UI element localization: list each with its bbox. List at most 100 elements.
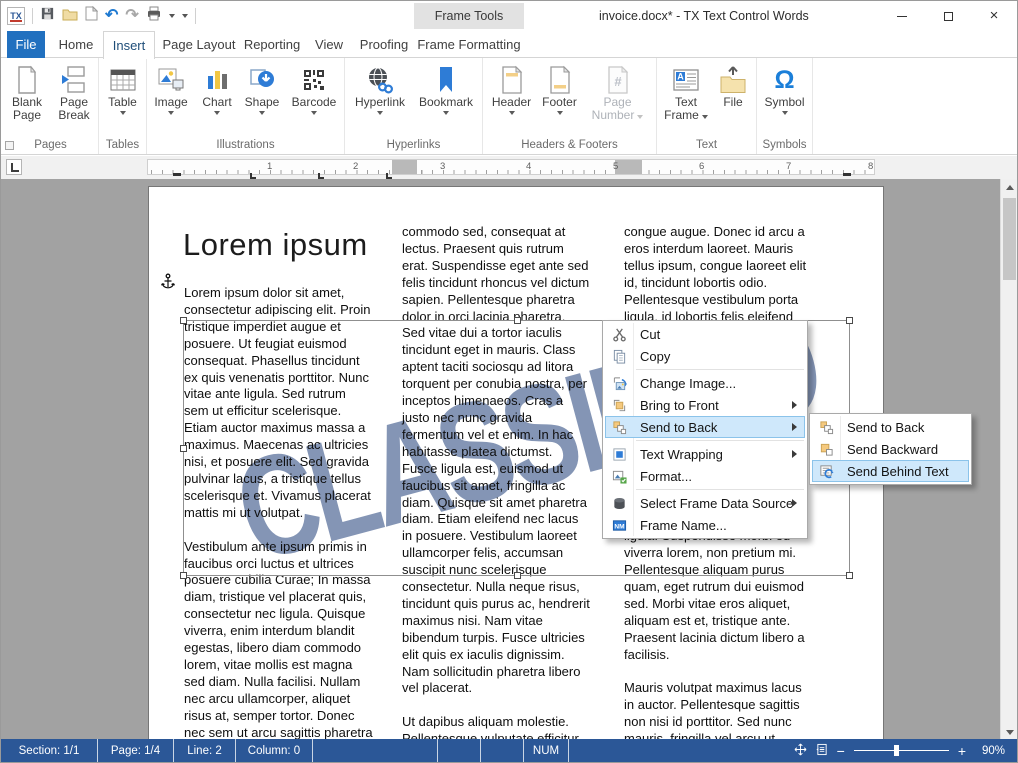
new-document-icon[interactable] xyxy=(85,6,98,26)
format-icon xyxy=(606,469,633,484)
bring-to-front-icon xyxy=(606,398,633,413)
print-icon[interactable] xyxy=(146,6,162,26)
submenu-item-send-to-back[interactable]: Send to Back xyxy=(812,416,969,438)
tab-view[interactable]: View xyxy=(307,31,351,58)
group-label-symbols: Symbols xyxy=(757,139,812,151)
submenu-item-send-backward[interactable]: Send Backward xyxy=(812,438,969,460)
chart-button[interactable]: Chart xyxy=(195,62,239,115)
frame-handle-middle-left[interactable] xyxy=(180,445,187,452)
submenu-arrow-icon xyxy=(792,450,797,458)
maximize-button[interactable] xyxy=(925,1,971,31)
barcode-button[interactable]: Barcode xyxy=(285,62,343,115)
page-break-button[interactable]: PageBreak xyxy=(51,62,97,122)
tab-insert[interactable]: Insert xyxy=(103,31,155,59)
menu-item-change-image[interactable]: Change Image... xyxy=(605,372,805,394)
menu-item-bring-to-front[interactable]: Bring to Front xyxy=(605,394,805,416)
document-heading[interactable]: Lorem ipsum xyxy=(183,227,368,263)
menu-item-label: Send to Back xyxy=(640,420,717,435)
submenu-item-send-behind-text[interactable]: Send Behind Text xyxy=(812,460,969,482)
menu-item-format[interactable]: Format... xyxy=(605,465,805,487)
menu-item-copy[interactable]: Copy xyxy=(605,345,805,367)
frame-handle-top-middle[interactable] xyxy=(514,317,521,324)
tab-home[interactable]: Home xyxy=(53,31,99,58)
frame-handle-top-right[interactable] xyxy=(846,317,853,324)
frame-handle-bottom-middle[interactable] xyxy=(514,572,521,579)
ribbon-group-symbols: Ω Symbol Symbols xyxy=(757,58,813,154)
frame-handle-top-left[interactable] xyxy=(180,317,187,324)
button-label: Page xyxy=(603,95,631,109)
bookmark-button[interactable]: Bookmark xyxy=(413,62,479,115)
svg-text:A: A xyxy=(677,71,684,81)
button-label: Text xyxy=(675,95,697,109)
zoom-slider[interactable] xyxy=(854,750,949,751)
scrollbar-thumb[interactable] xyxy=(1003,198,1016,280)
table-button[interactable]: Table xyxy=(101,62,145,115)
menu-item-text-wrapping[interactable]: Text Wrapping xyxy=(605,443,805,465)
text-frame-button[interactable]: A TextFrame xyxy=(660,62,712,122)
page-number-icon: # xyxy=(605,63,631,96)
zoom-controls: − + 90% xyxy=(794,739,1017,762)
tab-file[interactable]: File xyxy=(7,31,45,58)
blank-page-button[interactable]: BlankPage xyxy=(4,62,50,122)
shape-button[interactable]: Shape xyxy=(240,62,284,115)
arrow-up-icon xyxy=(1006,185,1014,190)
tab-reporting[interactable]: Reporting xyxy=(241,31,303,58)
menu-item-select-frame-data-source[interactable]: Select Frame Data Source xyxy=(605,492,805,514)
customize-dropdown-icon[interactable] xyxy=(182,14,188,18)
minimize-button[interactable] xyxy=(879,1,925,31)
file-button[interactable]: File xyxy=(713,62,753,109)
zoom-out-button[interactable]: − xyxy=(837,745,845,757)
button-label: Blank xyxy=(12,95,42,109)
ribbon-group-headers-footers: Header Footer # PageNumber Head xyxy=(483,58,657,154)
frame-handle-bottom-right[interactable] xyxy=(846,572,853,579)
hyperlink-button[interactable]: Hyperlink xyxy=(348,62,412,115)
tab-frame-formatting[interactable]: Frame Formatting xyxy=(414,31,524,58)
menu-item-cut[interactable]: Cut xyxy=(605,323,805,345)
window-title: invoice.docx* - TX Text Control Words xyxy=(599,9,809,23)
zoom-in-button[interactable]: + xyxy=(958,745,966,757)
frame-handle-bottom-left[interactable] xyxy=(180,572,187,579)
print-dropdown-icon[interactable] xyxy=(169,14,175,18)
save-icon[interactable] xyxy=(40,6,55,26)
right-indent-marker[interactable] xyxy=(843,173,851,176)
footer-icon xyxy=(547,63,573,96)
chart-dropdown-icon xyxy=(214,111,220,115)
header-button[interactable]: Header xyxy=(488,62,536,115)
menu-item-label: Bring to Front xyxy=(640,398,719,413)
tab-stop-selector[interactable] xyxy=(6,159,22,175)
close-button[interactable]: × xyxy=(971,1,1017,31)
undo-icon[interactable]: ↶ xyxy=(105,9,118,23)
menu-item-send-to-back[interactable]: Send to Back xyxy=(605,416,805,438)
tab-proofing[interactable]: Proofing xyxy=(355,31,413,58)
fit-page-icon[interactable] xyxy=(816,743,828,759)
zoom-slider-thumb[interactable] xyxy=(894,745,899,756)
vertical-scrollbar[interactable] xyxy=(1000,179,1017,741)
status-section: Section: 1/1 xyxy=(1,739,98,762)
symbol-button[interactable]: Ω Symbol xyxy=(759,62,811,115)
group-label-hyperlinks: Hyperlinks xyxy=(345,139,482,151)
send-backward-icon xyxy=(813,442,840,457)
page-break-icon xyxy=(60,63,88,96)
image-button[interactable]: Image xyxy=(148,62,194,115)
scroll-up-button[interactable] xyxy=(1001,179,1017,196)
open-icon[interactable] xyxy=(62,7,78,26)
ruler-number: 2 xyxy=(353,161,358,172)
button-label: Header xyxy=(492,96,531,109)
symbol-dropdown-icon xyxy=(782,111,788,115)
footer-button[interactable]: Footer xyxy=(537,62,583,115)
maximize-icon xyxy=(944,12,953,21)
barcode-dropdown-icon xyxy=(311,111,317,115)
ribbon-corner-icon[interactable] xyxy=(5,141,14,150)
indent-marker[interactable] xyxy=(173,173,181,176)
tab-page-layout[interactable]: Page Layout xyxy=(161,31,237,58)
menu-item-frame-name[interactable]: NM Frame Name... xyxy=(605,514,805,536)
contextual-tab-group-label: Frame Tools xyxy=(414,3,524,29)
ruler-number: 3 xyxy=(440,161,445,172)
button-label: Chart xyxy=(202,96,231,109)
shape-dropdown-icon xyxy=(259,111,265,115)
pan-icon[interactable] xyxy=(794,743,807,759)
ribbon-group-tables: Table Tables xyxy=(99,58,147,154)
redo-icon[interactable]: ↷ xyxy=(125,9,138,23)
app-logo-icon[interactable]: TX xyxy=(7,7,25,25)
button-label: Footer xyxy=(542,96,577,109)
